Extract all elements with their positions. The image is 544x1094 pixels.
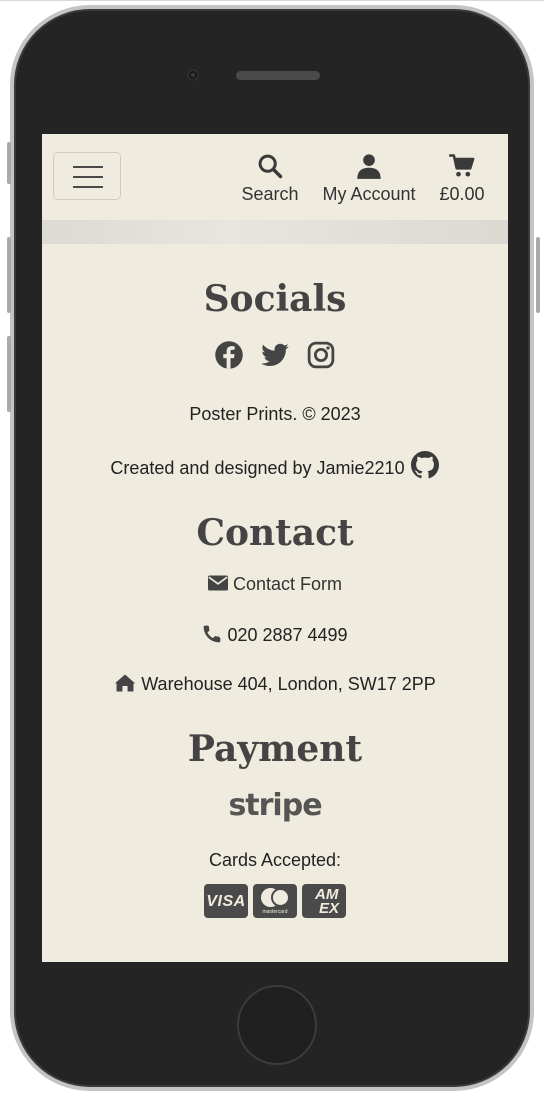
instagram-icon[interactable] [306, 340, 336, 370]
phone-line: 020 2887 4499 [42, 624, 508, 646]
mute-switch [7, 142, 11, 184]
camera-icon [187, 69, 199, 81]
cart-total: £0.00 [439, 184, 485, 204]
volume-down-button [7, 336, 11, 412]
cart-link[interactable]: £0.00 [432, 152, 492, 205]
cards-accepted-label: Cards Accepted: [208, 850, 342, 870]
stripe-logo: stripe [228, 788, 322, 823]
window-edge [0, 0, 544, 1]
credit-text: Created and designed by Jamie2210 [110, 458, 405, 478]
payment-heading: Payment [187, 728, 363, 770]
user-icon [357, 154, 381, 179]
my-account-label: My Account [322, 184, 416, 204]
speaker-grille [236, 71, 320, 80]
volume-up-button [7, 237, 11, 313]
socials-heading: Socials [203, 278, 347, 320]
address-line: Warehouse 404, London, SW17 2PP [42, 673, 508, 695]
home-icon [115, 674, 136, 692]
phone-number: 020 2887 4499 [227, 625, 348, 645]
search-label: Search [241, 184, 299, 204]
hamburger-icon [73, 166, 103, 168]
credit-line: Created and designed by Jamie2210 [42, 450, 508, 480]
github-icon[interactable] [410, 450, 440, 480]
menu-toggle-button[interactable] [53, 152, 121, 200]
contact-heading: Contact [196, 512, 354, 554]
envelope-icon [207, 575, 228, 591]
navbar: Search My Account £0.00 [42, 134, 508, 220]
address-text: Warehouse 404, London, SW17 2PP [141, 674, 436, 694]
shopping-cart-icon [449, 154, 475, 177]
contact-form-link[interactable]: Contact Form [42, 574, 508, 595]
mastercard-icon: mastercard [253, 884, 297, 918]
phone-icon [204, 625, 221, 643]
power-button [536, 237, 540, 313]
copyright-text: Poster Prints. © 2023 [189, 404, 361, 424]
amex-icon: AM EX [302, 884, 346, 918]
screen: Search My Account £0.00 Socials Poster P… [42, 134, 508, 962]
social-links [42, 340, 508, 370]
search-icon [258, 154, 283, 179]
twitter-icon[interactable] [260, 340, 290, 370]
accepted-cards: VISA mastercard AM EX [42, 884, 508, 918]
visa-icon: VISA [204, 884, 248, 918]
my-account-link[interactable]: My Account [314, 152, 424, 205]
contact-form-label: Contact Form [232, 574, 343, 594]
facebook-icon[interactable] [214, 340, 244, 370]
search-link[interactable]: Search [238, 152, 302, 205]
home-button[interactable] [237, 985, 317, 1065]
delivery-banner-strip [42, 220, 508, 244]
